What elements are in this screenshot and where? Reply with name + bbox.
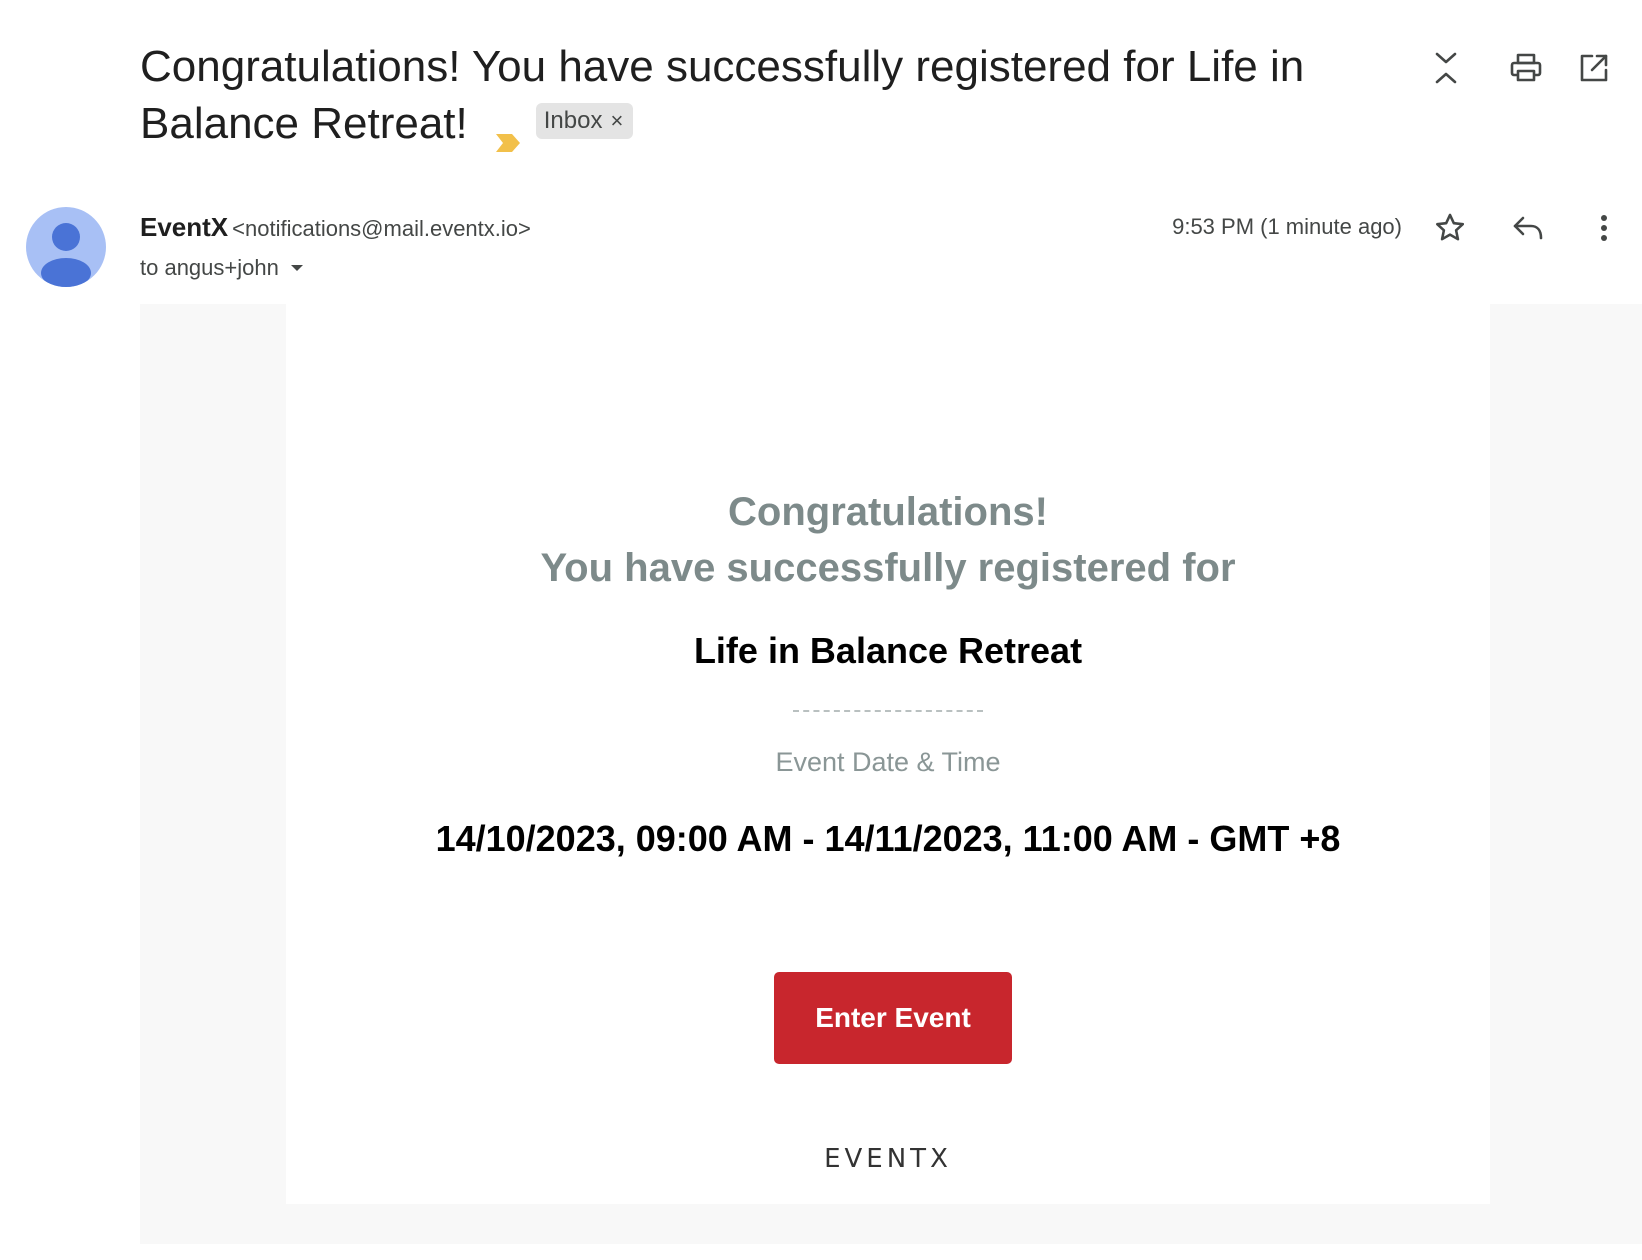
thread-actions: [1422, 44, 1642, 94]
enter-event-button[interactable]: Enter Event: [774, 972, 1012, 1064]
event-date-value: 14/10/2023, 09:00 AM - 14/11/2023, 11:00…: [435, 818, 1341, 859]
eventx-logo: EVENTX: [824, 1144, 952, 1174]
sender-name[interactable]: EventX: [140, 212, 228, 242]
message-actions: [1422, 204, 1642, 254]
reply-icon[interactable]: [1504, 204, 1552, 252]
message-timestamp: 9:53 PM (1 minute ago): [1172, 214, 1402, 239]
sender-line: EventX <notifications@mail.eventx.io>: [140, 210, 531, 246]
recipient-details[interactable]: to angus+john: [140, 252, 305, 284]
sender-email: <notifications@mail.eventx.io>: [232, 216, 531, 241]
email-body-background: Congratulations! You have successfully r…: [140, 304, 1642, 1244]
chevron-down-icon[interactable]: [289, 263, 305, 273]
print-icon[interactable]: [1502, 44, 1550, 92]
expand-collapse-icon[interactable]: [1422, 44, 1470, 92]
star-icon[interactable]: [1426, 204, 1474, 252]
headline-line-2: You have successfully registered for: [540, 546, 1236, 590]
event-name: Life in Balance Retreat: [693, 630, 1083, 671]
sender-avatar[interactable]: [26, 207, 106, 287]
inbox-label-text: Inbox: [543, 107, 603, 135]
open-in-new-window-icon[interactable]: [1570, 44, 1618, 92]
subject-text: Congratulations! You have successfully r…: [140, 42, 1305, 148]
email-subject: Congratulations! You have successfully r…: [140, 38, 1320, 153]
remove-label-icon[interactable]: ×: [610, 110, 623, 132]
inbox-label-chip: Inbox ×: [535, 103, 634, 140]
more-options-icon[interactable]: [1580, 204, 1628, 252]
person-icon: [41, 223, 91, 287]
email-content-card: Congratulations! You have successfully r…: [286, 304, 1490, 1204]
dashed-divider: [793, 710, 983, 712]
headline-line-1: Congratulations!: [728, 490, 1048, 534]
congratulations-headline: Congratulations! You have successfully r…: [286, 484, 1490, 596]
event-date-label: Event Date & Time: [775, 747, 1001, 777]
important-marker-icon[interactable]: [494, 111, 522, 153]
recipient-text: to angus+john: [140, 255, 279, 280]
